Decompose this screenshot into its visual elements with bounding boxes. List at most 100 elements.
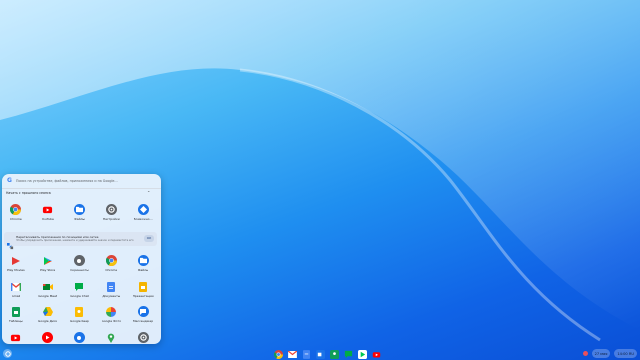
app-grid-row-2: Gmail Google Meet Google Chat Документы … <box>0 281 159 298</box>
drive-icon <box>42 306 53 317</box>
docs-icon <box>106 281 117 292</box>
classroom-icon <box>329 349 339 359</box>
youtube-music-icon <box>42 332 54 343</box>
app-youtube[interactable] <box>0 332 32 343</box>
app-chat[interactable]: Google Chat <box>64 281 96 298</box>
app-sheets[interactable]: Таблицы <box>0 306 32 323</box>
chrome-icon <box>10 204 22 215</box>
launcher-search-input[interactable] <box>16 176 146 186</box>
sheets-icon <box>10 306 21 317</box>
chat-icon <box>74 281 85 292</box>
settings-icon <box>137 332 149 343</box>
app-label: Файлы <box>137 268 149 272</box>
files-icon <box>137 255 149 266</box>
date-pill[interactable]: 27 мая <box>591 349 611 358</box>
shelf-pinned-apps <box>273 349 381 359</box>
app-docs[interactable]: Документы <box>95 281 127 298</box>
app-play-movies[interactable]: Play Movies <box>0 255 32 272</box>
youtube-icon <box>42 204 53 215</box>
chevron-up-icon[interactable]: ⌃ <box>147 191 150 195</box>
app-messages[interactable]: Мессенджер <box>127 306 159 323</box>
recent-app-chrome[interactable]: Chrome <box>0 204 32 221</box>
gmail-icon <box>10 281 21 292</box>
app-label: Таблицы <box>8 319 23 323</box>
app-grid-row-4 <box>0 332 159 343</box>
recent-app-settings[interactable]: Настройки <box>95 204 127 221</box>
chat-icon <box>344 350 352 358</box>
app-grid-row-1: Play Movies Play Store Скриншоты Chrome … <box>0 255 159 272</box>
recent-app-label: Chrome <box>10 217 22 221</box>
reorder-tip-banner: Перетаскивать приложения по позициям или… <box>4 232 157 250</box>
app-gmail[interactable]: Gmail <box>0 281 32 298</box>
app-label: Google Meet <box>38 294 58 298</box>
play-movies-icon <box>10 255 21 266</box>
screenshot-icon <box>73 255 85 266</box>
app-slides[interactable]: Презентации <box>127 281 159 298</box>
youtube-icon <box>372 351 380 357</box>
settings-icon <box>105 204 117 215</box>
notification-dot-icon[interactable] <box>582 351 588 356</box>
app-photos[interactable]: Google Фото <box>95 306 127 323</box>
system-tray-pill[interactable]: 14:00 RU <box>614 349 637 358</box>
recent-app-youtube[interactable]: YouTube <box>32 204 64 221</box>
recent-app-label: Файлы <box>74 217 85 221</box>
time-text: 14:00 RU <box>617 351 634 356</box>
shelf-classroom[interactable] <box>329 349 339 359</box>
gmail-icon <box>287 350 297 358</box>
reorder-tip-title: Перетаскивать приложения по позициям или… <box>16 234 99 239</box>
app-maps[interactable] <box>95 332 127 343</box>
app-label: Скриншоты <box>70 268 89 272</box>
app-youtube-music[interactable] <box>32 332 64 343</box>
app-settings[interactable] <box>127 332 159 343</box>
app-files[interactable]: Файлы <box>127 255 159 272</box>
app-label: Gmail <box>11 294 21 298</box>
shelf-chat[interactable] <box>343 349 353 359</box>
shelf-docs[interactable] <box>301 349 311 359</box>
docs-icon <box>302 349 310 359</box>
launcher-circle-icon <box>4 350 11 357</box>
shelf-gmail[interactable] <box>287 349 297 359</box>
explore-icon <box>137 204 149 215</box>
app-play-store[interactable]: Play Store <box>32 255 64 272</box>
shelf-play-store[interactable] <box>357 349 367 359</box>
search-divider <box>2 188 161 189</box>
app-label: Chrome <box>105 268 118 272</box>
shelf-youtube[interactable] <box>371 349 381 359</box>
app-label: Google Chat <box>70 294 89 298</box>
recent-apps-row: Chrome YouTube Файлы Настройки Возможно… <box>0 204 159 221</box>
shelf-meet[interactable] <box>315 349 325 359</box>
chrome-icon <box>273 349 283 359</box>
recent-app-explore[interactable]: Возможно… <box>127 204 159 221</box>
app-camera[interactable] <box>64 332 96 343</box>
launcher-button[interactable] <box>3 349 12 358</box>
app-label: Мессенджер <box>133 319 154 323</box>
recent-app-files[interactable]: Файлы <box>64 204 96 221</box>
recent-app-label: Возможно… <box>133 217 153 221</box>
launcher-search-bar[interactable]: G <box>2 174 161 188</box>
date-text: 27 мая <box>594 351 608 356</box>
meet-icon <box>42 281 53 292</box>
app-label: Документы <box>102 294 121 298</box>
app-grid-row-3: Таблицы Google Диск Google Keep Google Ф… <box>0 306 159 323</box>
continue-section-title: Начать с прошлого сеанса <box>6 191 51 195</box>
recent-app-label: Настройки <box>102 217 120 221</box>
photos-icon <box>106 306 117 317</box>
youtube-icon <box>10 332 21 343</box>
app-chrome[interactable]: Chrome <box>95 255 127 272</box>
meet-icon <box>315 349 325 359</box>
files-icon <box>73 204 85 215</box>
chrome-icon <box>105 255 117 266</box>
slides-icon <box>138 281 149 292</box>
keep-icon <box>74 306 85 317</box>
play-store-icon <box>357 349 367 359</box>
app-meet[interactable]: Google Meet <box>32 281 64 298</box>
app-label: Play Movies <box>7 268 25 272</box>
shelf-chrome[interactable] <box>273 349 283 359</box>
app-drive[interactable]: Google Диск <box>32 306 64 323</box>
app-label: Google Keep <box>70 319 89 323</box>
app-keep[interactable]: Google Keep <box>64 306 96 323</box>
reorder-tip-ok-button[interactable]: ОК <box>144 235 154 242</box>
camera-icon <box>73 332 85 343</box>
app-screenshot[interactable]: Скриншоты <box>64 255 96 272</box>
recent-app-label: YouTube <box>41 217 54 221</box>
